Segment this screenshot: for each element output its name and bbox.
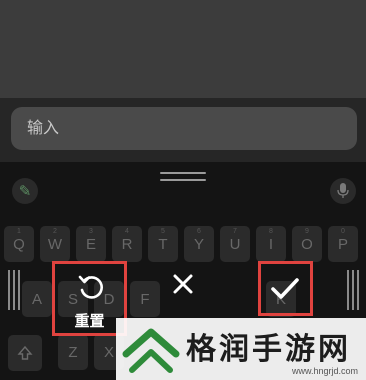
key-letter: O [301, 236, 313, 253]
key-number-hint: 9 [305, 228, 309, 235]
key-number-hint: 8 [269, 228, 273, 235]
watermark-url: www.hngrjd.com [291, 366, 358, 376]
text-input[interactable]: 输入 [11, 107, 357, 150]
key-w[interactable]: 2W [40, 226, 70, 262]
key-z[interactable]: Z [58, 334, 88, 370]
key-letter: U [229, 236, 241, 253]
key-f[interactable]: F [130, 281, 160, 317]
key-e[interactable]: 3E [76, 226, 106, 262]
left-edge-strip [8, 270, 20, 310]
key-letter: X [103, 344, 114, 361]
key-y[interactable]: 6Y [184, 226, 214, 262]
shift-key[interactable] [8, 335, 42, 371]
key-letter: Q [13, 236, 25, 253]
undo-icon [78, 275, 103, 299]
checkmark-icon [271, 278, 299, 299]
key-number-hint: 2 [53, 228, 57, 235]
key-a[interactable]: A [22, 281, 52, 317]
key-number-hint: 4 [125, 228, 129, 235]
watermark-banner: 格润手游网 www.hngrjd.com [116, 318, 366, 380]
key-number-hint: 0 [341, 228, 345, 235]
key-p[interactable]: 0P [328, 226, 358, 262]
key-r[interactable]: 4R [112, 226, 142, 262]
key-number-hint: 3 [89, 228, 93, 235]
key-u[interactable]: 7U [220, 226, 250, 262]
key-letter: A [31, 291, 42, 308]
key-letter: Y [193, 236, 204, 253]
key-number-hint: 5 [161, 228, 165, 235]
key-q[interactable]: 1Q [4, 226, 34, 262]
key-o[interactable]: 9O [292, 226, 322, 262]
key-letter: P [337, 236, 348, 253]
keyboard-row-1: 1Q2W3E4R5T6Y7U8I9O0P [4, 226, 366, 264]
input-bar: 输入 [0, 98, 366, 162]
key-letter: I [268, 236, 274, 253]
key-i[interactable]: 8I [256, 226, 286, 262]
drag-handle[interactable] [160, 172, 206, 186]
reset-label: 重置 [74, 313, 105, 330]
confirm-button[interactable] [258, 261, 313, 316]
key-letter: W [47, 236, 63, 253]
key-number-hint: 6 [197, 228, 201, 235]
key-number-hint: 7 [233, 228, 237, 235]
key-letter: T [158, 236, 168, 253]
key-number-hint: 1 [17, 228, 21, 235]
screen-top-area [0, 0, 366, 98]
key-letter: Z [68, 344, 78, 361]
watermark-text: 格润手游网 [186, 332, 351, 367]
key-t[interactable]: 5T [148, 226, 178, 262]
key-letter: R [121, 236, 133, 253]
pen-icon[interactable]: ✎ [12, 178, 38, 204]
close-icon[interactable] [172, 273, 194, 295]
right-edge-strip [347, 270, 359, 310]
watermark-logo-icon [122, 328, 180, 373]
key-letter: E [85, 236, 96, 253]
microphone-icon[interactable] [330, 178, 356, 204]
key-letter: F [140, 291, 150, 308]
